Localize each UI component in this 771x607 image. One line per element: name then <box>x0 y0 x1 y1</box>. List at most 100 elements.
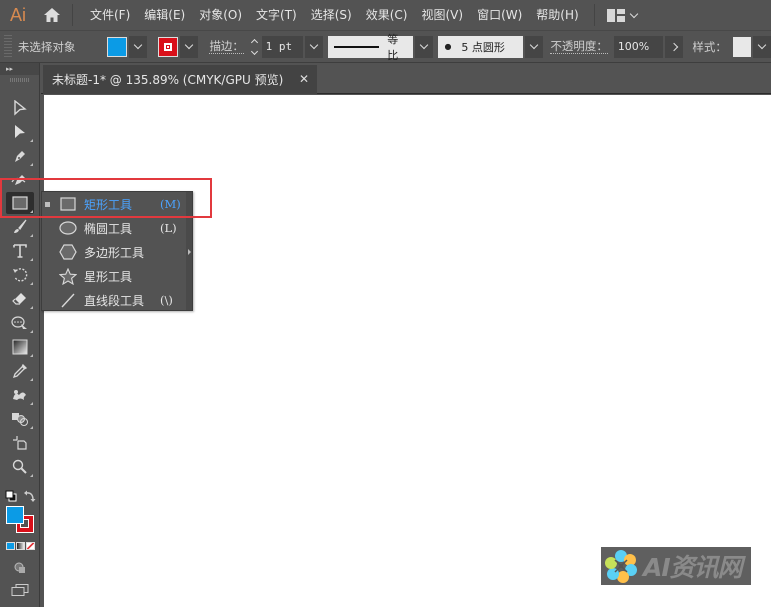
toolbar-grip[interactable] <box>10 78 29 82</box>
artboard-canvas[interactable] <box>44 95 771 607</box>
stroke-weight-input[interactable]: 1 pt <box>261 35 303 58</box>
stroke-weight-stepper[interactable] <box>248 36 262 58</box>
menu-type[interactable]: 文字(T) <box>249 0 304 30</box>
none-mode-button[interactable] <box>26 542 35 550</box>
flyout-item-shortcut: (\) <box>160 293 173 307</box>
submenu-corner-icon <box>30 306 33 309</box>
tool-artboard[interactable] <box>6 432 34 454</box>
tearoff-arrow-icon <box>188 249 191 255</box>
menu-file[interactable]: 文件(F) <box>83 0 137 30</box>
stroke-profile-line <box>334 45 380 48</box>
workspace-layout-icon <box>606 8 625 22</box>
swap-colors-button[interactable] <box>24 487 36 502</box>
blend-icon <box>13 390 26 400</box>
tool-eyedropper[interactable] <box>6 360 34 382</box>
opacity-input[interactable]: 100% <box>613 35 663 58</box>
tool-rectangle[interactable] <box>6 192 34 214</box>
fill-swatch[interactable] <box>107 36 127 57</box>
tool-puppet-warp[interactable] <box>6 312 34 334</box>
submenu-corner-icon <box>30 330 33 333</box>
toolbar-fill-swatch[interactable] <box>6 506 24 524</box>
curvature-pen-icon <box>11 175 26 185</box>
shape-builder-icon <box>12 413 28 426</box>
draw-mode-icon <box>14 562 25 573</box>
flyout-item-label: 矩形工具 <box>84 197 133 212</box>
tool-paintbrush[interactable] <box>6 216 34 238</box>
graphic-style-swatch[interactable] <box>732 36 752 57</box>
stroke-profile-label: 等比 <box>387 32 399 62</box>
app-logo: Ai <box>9 4 26 25</box>
tools-panel: ▸▸ <box>0 63 40 607</box>
tool-selection[interactable] <box>6 97 34 119</box>
polygon-icon <box>59 244 77 260</box>
tool-symbol-sprayer[interactable] <box>6 408 34 430</box>
chevron-down-icon <box>529 40 539 50</box>
stroke-swatch[interactable] <box>158 36 179 57</box>
tool-curvature[interactable] <box>6 169 34 191</box>
flyout-item-star[interactable]: 星形工具 <box>42 264 187 288</box>
tool-eraser[interactable] <box>6 288 34 310</box>
menu-edit[interactable]: 编辑(E) <box>137 0 192 30</box>
tool-blend[interactable] <box>6 384 34 406</box>
star-icon <box>59 267 77 285</box>
menu-view[interactable]: 视图(V) <box>414 0 470 30</box>
panel-grip[interactable] <box>4 34 12 59</box>
menu-divider <box>72 4 73 26</box>
submenu-corner-icon <box>30 402 33 405</box>
flyout-tearoff-bar[interactable] <box>186 192 192 310</box>
stroke-profile-dropdown[interactable] <box>414 35 433 58</box>
default-colors-button[interactable] <box>5 487 17 502</box>
brush-definition-select[interactable]: ● 5 点圆形 <box>438 35 523 58</box>
menu-window[interactable]: 窗口(W) <box>470 0 529 30</box>
brush-dot-icon: ● <box>444 42 452 51</box>
document-tab[interactable]: 未标题-1* @ 135.89% (CMYK/GPU 预览) ✕ <box>43 65 317 94</box>
stroke-dropdown[interactable] <box>180 35 198 58</box>
stroke-profile-select[interactable]: 等比 <box>328 33 413 62</box>
color-mode-button[interactable] <box>6 542 15 550</box>
menu-effect[interactable]: 效果(C) <box>359 0 415 30</box>
submenu-corner-icon <box>30 163 33 166</box>
opacity-expand-button[interactable] <box>664 35 683 58</box>
screen-mode-button[interactable] <box>11 581 29 600</box>
tool-gradient[interactable] <box>6 336 34 358</box>
graphic-style-dropdown[interactable] <box>753 35 771 58</box>
shape-tools-flyout: 矩形工具 (M) 椭圆工具 (L) 多边形工具 星形工具 直线段工具 (\) <box>41 191 193 311</box>
flyout-item-ellipse[interactable]: 椭圆工具 (L) <box>42 216 187 240</box>
flyout-item-rectangle[interactable]: 矩形工具 (M) <box>42 192 187 216</box>
gradient-mode-button[interactable] <box>16 542 25 550</box>
document-tab-title: 未标题-1* @ 135.89% (CMYK/GPU 预览) <box>52 73 284 87</box>
toolbar-collapse-button[interactable]: ▸▸ <box>0 63 39 75</box>
selection-status: 未选择对象 <box>17 39 76 54</box>
fill-dropdown[interactable] <box>128 35 147 58</box>
workspace-switcher[interactable] <box>603 8 641 22</box>
submenu-corner-icon <box>30 474 33 477</box>
menu-object[interactable]: 对象(O) <box>192 0 249 30</box>
brush-label: 5 点圆形 <box>461 40 505 54</box>
menu-bar: Ai 文件(F) 编辑(E) 对象(O) 文字(T) 选择(S) 效果(C) 视… <box>0 0 771 30</box>
menu-select[interactable]: 选择(S) <box>304 0 359 30</box>
menu-help[interactable]: 帮助(H) <box>529 0 585 30</box>
chevron-down-icon <box>757 40 767 50</box>
menu-divider <box>593 4 595 26</box>
current-tool-indicator <box>45 201 50 207</box>
tool-zoom[interactable] <box>6 456 34 478</box>
stroke-weight-dropdown[interactable] <box>304 35 323 58</box>
watermark: AI资讯网 <box>601 547 751 585</box>
brush-dropdown[interactable] <box>524 35 543 58</box>
tool-direct-selection[interactable] <box>6 121 34 143</box>
submenu-corner-icon <box>30 378 33 381</box>
opacity-label[interactable]: 不透明度： <box>550 39 608 54</box>
illustrator-window: Ai 文件(F) 编辑(E) 对象(O) 文字(T) 选择(S) 效果(C) 视… <box>0 0 771 607</box>
zoom-icon <box>12 459 27 474</box>
flyout-item-polygon[interactable]: 多边形工具 <box>42 240 187 264</box>
rotate-icon <box>13 268 28 282</box>
eyedropper-icon <box>12 363 28 379</box>
tool-pen[interactable] <box>6 145 34 167</box>
stroke-label[interactable]: 描边： <box>209 39 244 54</box>
flyout-item-line-segment[interactable]: 直线段工具 (\) <box>42 288 187 312</box>
tool-type[interactable] <box>6 240 34 262</box>
home-button[interactable] <box>36 0 68 30</box>
draw-mode-button[interactable] <box>14 559 26 578</box>
close-icon[interactable]: ✕ <box>299 72 309 86</box>
tool-rotate[interactable] <box>6 264 34 286</box>
